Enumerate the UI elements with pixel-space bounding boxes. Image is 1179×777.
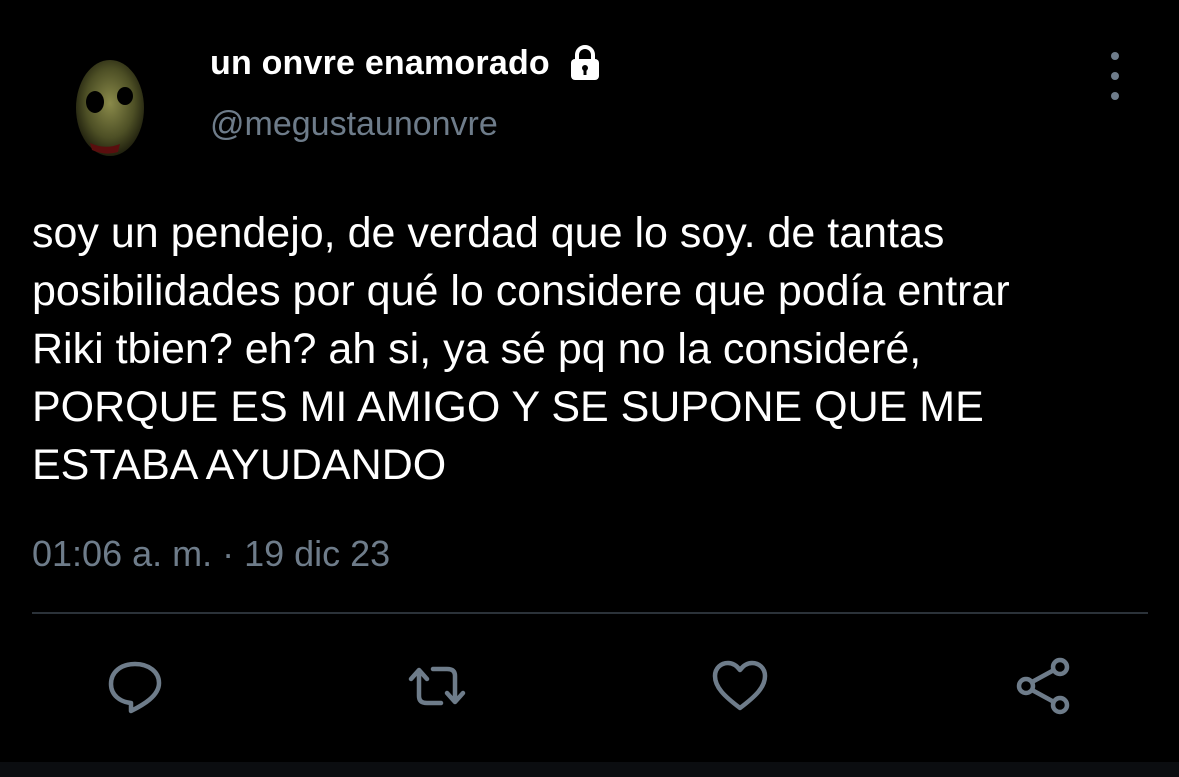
tweet-timestamp[interactable]: 01:06 a. m. · 19 dic 23 (32, 533, 390, 575)
share-icon (1016, 657, 1070, 715)
user-handle[interactable]: @megustaunonvre (210, 105, 498, 144)
tweet-text: soy un pendejo, de verdad que lo soy. de… (32, 209, 1010, 489)
display-name[interactable]: un onvre enamorado (210, 44, 550, 83)
more-dot-icon (1111, 52, 1119, 60)
more-dot-icon (1111, 72, 1119, 80)
reply-button[interactable] (101, 652, 169, 720)
more-options-button[interactable] (1098, 52, 1132, 100)
like-button[interactable] (706, 652, 774, 720)
more-dot-icon (1111, 92, 1119, 100)
display-name-row: un onvre enamorado (210, 40, 604, 86)
lock-icon (566, 44, 604, 82)
retweet-icon (408, 666, 466, 706)
bottom-edge (0, 762, 1179, 777)
divider (32, 612, 1148, 614)
avatar[interactable] (30, 28, 180, 178)
retweet-button[interactable] (403, 652, 471, 720)
share-button[interactable] (1010, 652, 1078, 720)
reply-icon (108, 661, 162, 714)
heart-icon (712, 660, 768, 711)
avatar-image (30, 28, 180, 178)
